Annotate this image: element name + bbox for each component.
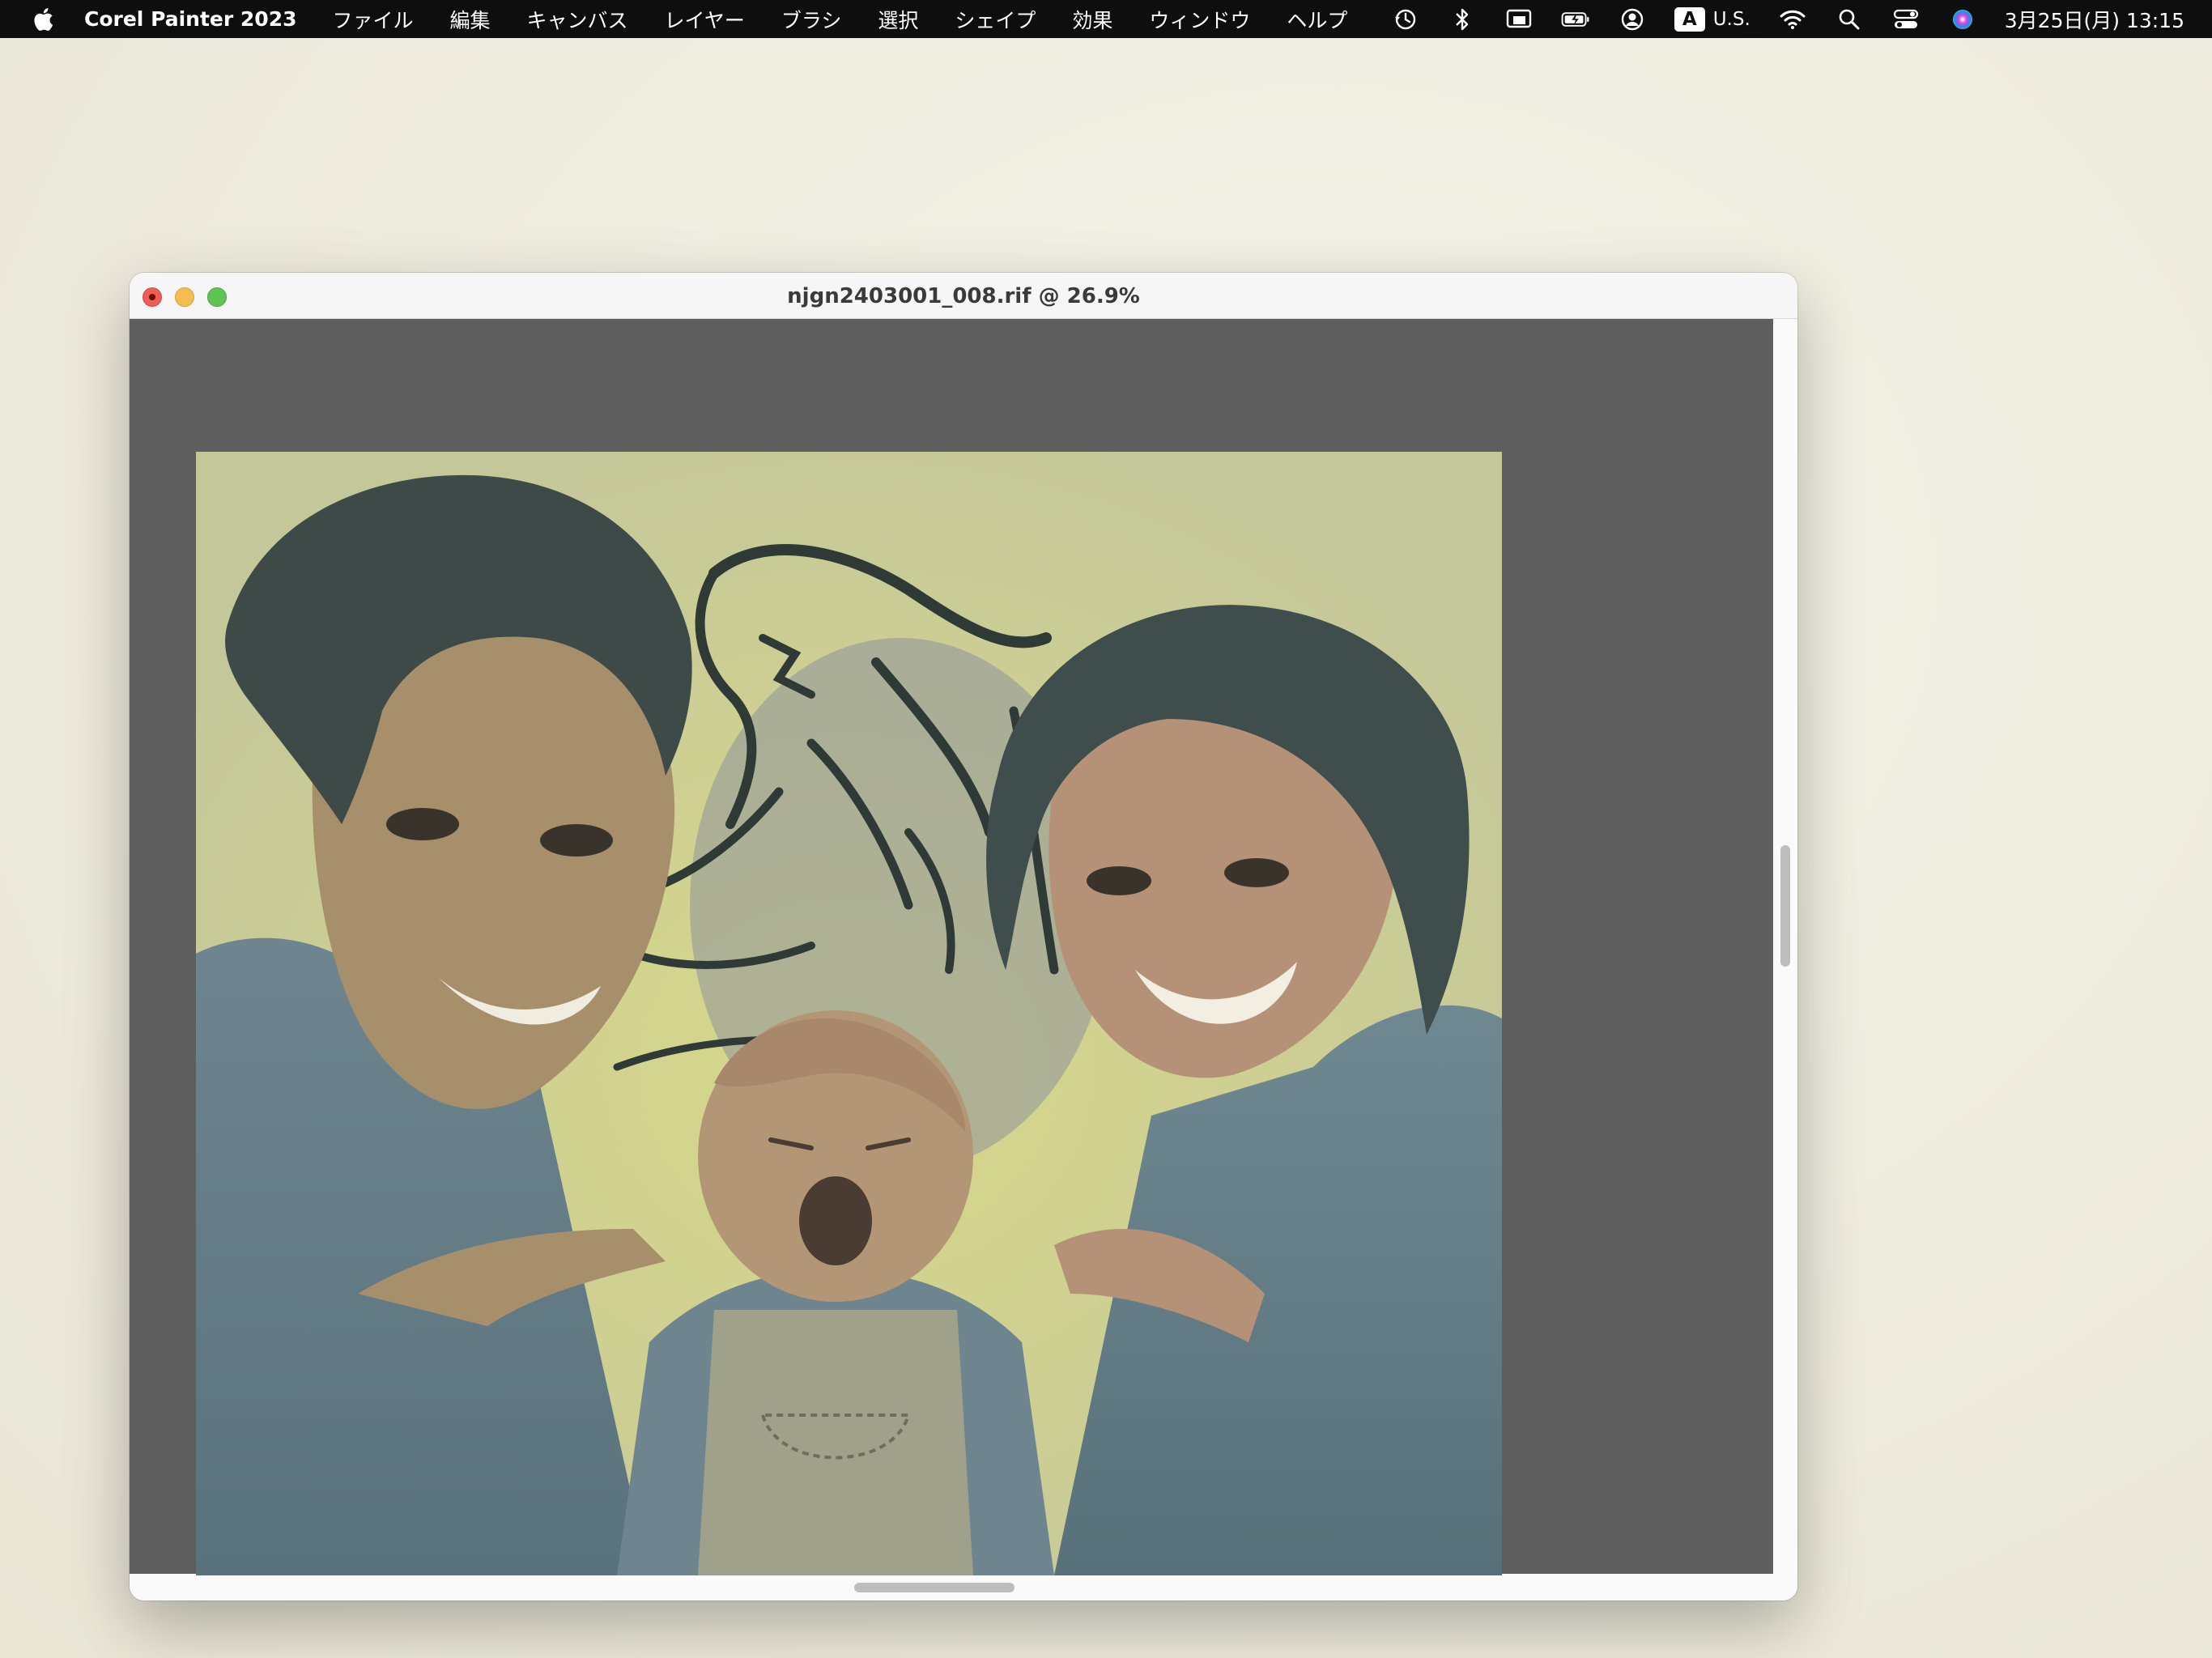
wifi-icon[interactable] [1778, 5, 1807, 34]
window-title: njgn2403001_008.rif @ 26.9% [787, 284, 1140, 308]
menu-file[interactable]: ファイル [333, 5, 414, 34]
horizontal-scrollbar[interactable] [130, 1574, 1797, 1601]
menu-clock[interactable]: 3月25日(月) 13:15 [2005, 5, 2184, 34]
menu-canvas[interactable]: キャンバス [527, 5, 628, 34]
menu-bar: Corel Painter 2023 ファイル 編集 キャンバス レイヤー ブラ… [0, 0, 2212, 38]
control-center-icon[interactable] [1891, 5, 1921, 34]
apple-menu-icon[interactable] [31, 6, 58, 33]
menu-edit[interactable]: 編集 [450, 5, 491, 34]
menu-select[interactable]: 選択 [878, 5, 918, 34]
menu-effects[interactable]: 効果 [1072, 5, 1112, 34]
menu-layers[interactable]: レイヤー [665, 5, 745, 34]
vertical-scrollbar[interactable] [1773, 319, 1797, 1574]
app-name-menu[interactable]: Corel Painter 2023 [84, 7, 297, 31]
menu-brushes[interactable]: ブラシ [781, 5, 842, 34]
status-area: A U.S. 3月25日(月) 13:15 [1363, 0, 2212, 38]
time-machine-icon[interactable] [1391, 5, 1420, 34]
menu-window[interactable]: ウィンドウ [1149, 5, 1250, 34]
menu-shapes[interactable]: シェイプ [955, 5, 1036, 34]
input-source-menu[interactable]: A U.S. [1674, 6, 1750, 32]
siri-icon[interactable] [1948, 5, 1977, 34]
window-titlebar[interactable]: njgn2403001_008.rif @ 26.9% [130, 273, 1797, 319]
vertical-scroll-thumb[interactable] [1780, 845, 1790, 967]
horizontal-scroll-thumb[interactable] [854, 1583, 1015, 1592]
spotlight-search-icon[interactable] [1835, 5, 1864, 34]
battery-charging-icon[interactable] [1561, 5, 1590, 34]
painting-canvas[interactable] [196, 452, 1502, 1575]
input-source-badge: A [1674, 6, 1705, 32]
family-painting-image [196, 452, 1502, 1575]
menu-help[interactable]: ヘルプ [1287, 5, 1347, 34]
input-source-label: U.S. [1712, 8, 1750, 30]
screen-mirroring-icon[interactable] [1504, 5, 1534, 34]
bluetooth-icon[interactable] [1448, 5, 1477, 34]
user-account-icon[interactable] [1618, 5, 1647, 34]
